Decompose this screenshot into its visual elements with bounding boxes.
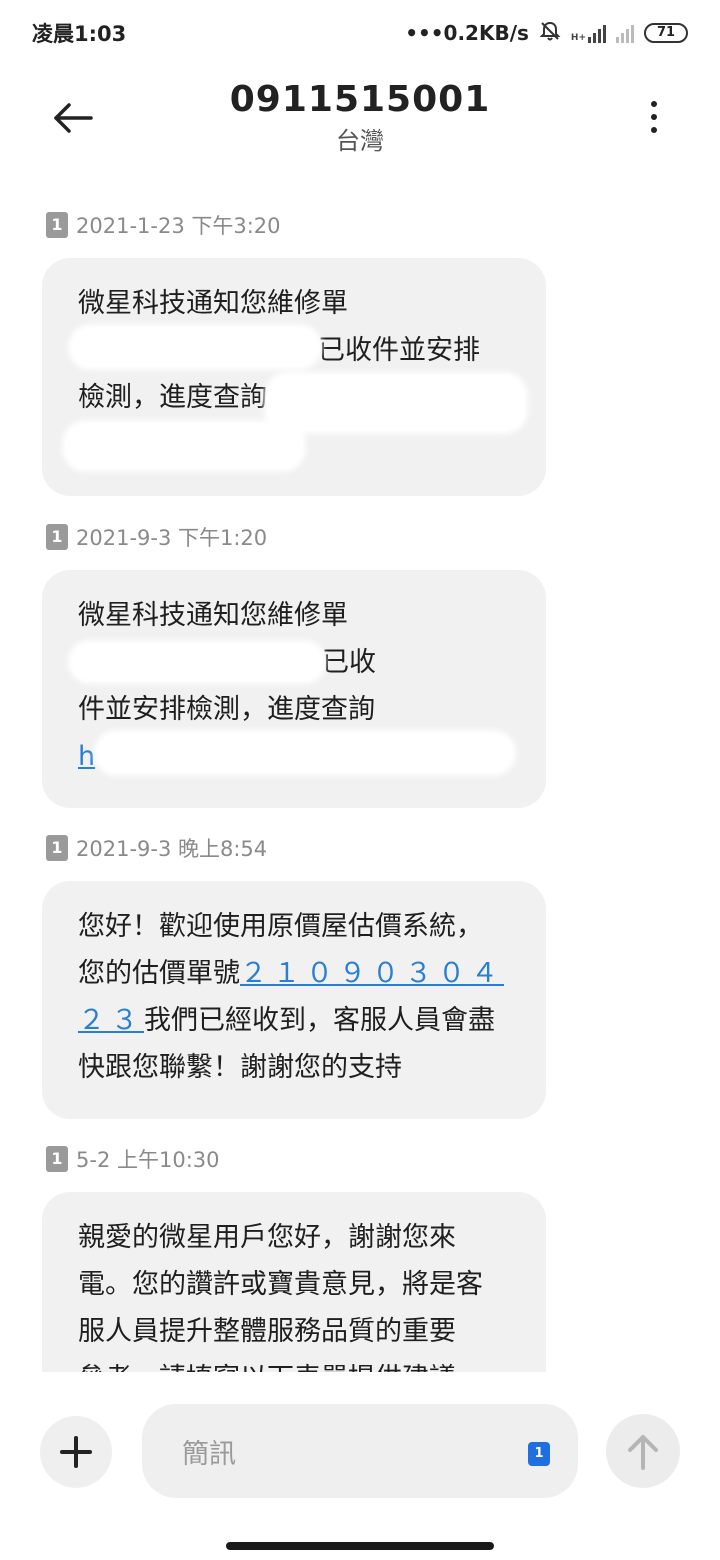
message-line: 您好！歡迎使用原價屋估價系統， <box>78 911 483 942</box>
message-line: 親愛的微星用戶您好，謝謝您來 <box>78 1222 456 1253</box>
redaction <box>72 644 322 680</box>
message-bubble[interactable]: 微星科技通知您維修單 已收件並安排 檢測，進度查詢 <box>42 258 546 496</box>
redaction <box>268 376 524 430</box>
sim-select-icon[interactable]: 1 <box>528 1442 550 1466</box>
signal-icon: H+ <box>571 23 606 43</box>
estimate-number-link[interactable]: ２３ <box>78 1005 144 1036</box>
sim-badge-icon: 1 <box>46 835 68 861</box>
back-button[interactable] <box>48 96 98 140</box>
message-text: 您的估價單號 <box>78 958 240 989</box>
plus-icon <box>60 1436 92 1468</box>
message-bubble[interactable]: 您好！歡迎使用原價屋估價系統， 您的估價單號２１０９０３０４ ２３我們已經收到，… <box>42 881 546 1119</box>
contact-info[interactable]: 0911515001 台灣 <box>160 76 560 158</box>
redaction <box>66 424 302 468</box>
send-arrow-up-icon <box>628 1435 658 1470</box>
message-list[interactable]: 1 2021-1-23 下午3:20 微星科技通知您維修單 已收件並安排 檢測，… <box>0 196 720 1372</box>
sim-badge-icon: 1 <box>46 524 68 550</box>
home-indicator[interactable] <box>226 1542 494 1550</box>
message-text: 我們已經收到，客服人員會盡 <box>144 1005 495 1036</box>
message-timestamp: 2021-1-23 下午3:20 <box>76 214 281 238</box>
send-button[interactable] <box>606 1414 680 1488</box>
message-timestamp-row: 1 2021-9-3 下午1:20 <box>46 522 267 552</box>
conversation-header: 0911515001 台灣 <box>0 66 720 176</box>
redaction <box>98 734 512 772</box>
battery-icon: 71 <box>644 23 688 43</box>
compose-bar: 簡訊 1 <box>0 1400 720 1500</box>
messages-app: 凌晨1:03 •••0.2KB/s H+ 71 0911515001 台灣 1 … <box>0 0 720 1560</box>
message-line: 微星科技通知您維修單 <box>78 600 348 631</box>
message-timestamp: 2021-9-3 下午1:20 <box>76 526 268 550</box>
bell-off-icon <box>539 20 561 47</box>
message-line: 微星科技通知您維修單 <box>78 288 348 319</box>
message-line: 件並安排檢測，進度查詢 <box>78 694 375 725</box>
message-bubble[interactable]: 親愛的微星用戶您好，謝謝您來 電。您的讚許或寶貴意見，將是客 服人員提升整體服務… <box>42 1192 546 1372</box>
message-timestamp-row: 1 5-2 上午10:30 <box>46 1144 220 1174</box>
message-line: 服人員提升整體服務品質的重要 <box>78 1316 456 1347</box>
status-time: 凌晨1:03 <box>32 22 127 46</box>
message-timestamp-row: 1 2021-9-3 晚上8:54 <box>46 833 267 863</box>
sim-badge-icon: 1 <box>46 1146 68 1172</box>
message-line: 電。您的讚許或寶貴意見，將是客 <box>78 1269 483 1300</box>
more-vert-icon[interactable] <box>636 92 672 142</box>
signal-no-service-icon <box>616 23 634 43</box>
message-line: 快跟您聯繫！謝謝您的支持 <box>78 1052 402 1083</box>
status-bar: 凌晨1:03 •••0.2KB/s H+ 71 <box>0 0 720 66</box>
message-timestamp: 2021-9-3 晚上8:54 <box>76 837 268 861</box>
network-speed: •••0.2KB/s <box>405 21 529 45</box>
add-attachment-button[interactable] <box>40 1416 112 1488</box>
message-line: 參考。請填寫以下表單提供建議。 <box>78 1355 520 1372</box>
message-timestamp-row: 1 2021-1-23 下午3:20 <box>46 210 281 240</box>
message-input[interactable]: 簡訊 1 <box>142 1404 578 1498</box>
redaction <box>72 328 318 366</box>
contact-region: 台灣 <box>336 127 384 155</box>
message-input-placeholder: 簡訊 <box>182 1439 236 1470</box>
back-arrow-icon <box>54 103 93 133</box>
contact-number: 0911515001 <box>229 79 491 120</box>
network-type-label: H+ <box>570 33 586 43</box>
message-line: ２３我們已經收到，客服人員會盡 <box>78 997 520 1044</box>
status-icons: •••0.2KB/s H+ 71 <box>405 20 688 47</box>
sim-badge-icon: 1 <box>46 212 68 238</box>
estimate-number-link[interactable]: ２１０９０３０４ <box>240 958 504 989</box>
message-line: 您的估價單號２１０９０３０４ <box>78 950 520 997</box>
message-bubble[interactable]: 微星科技通知您維修單 已收 件並安排檢測，進度查詢 h <box>42 570 546 808</box>
message-timestamp: 5-2 上午10:30 <box>76 1148 220 1172</box>
